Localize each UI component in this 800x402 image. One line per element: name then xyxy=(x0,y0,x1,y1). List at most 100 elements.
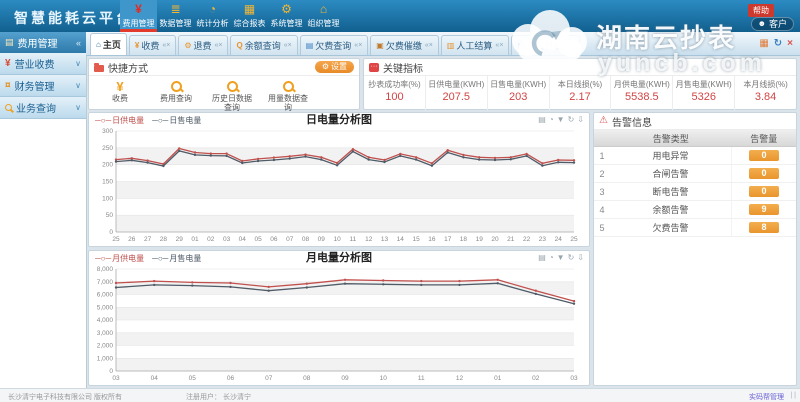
sidebar-item-business-charging[interactable]: ¥ 营业收费 ∨ xyxy=(0,53,86,75)
tab-charge[interactable]: ¥ 收费 «× xyxy=(129,35,176,55)
search-icon xyxy=(283,81,294,92)
alert-row[interactable]: 2 合闸告警 0 xyxy=(594,165,796,183)
close-icon[interactable]: × xyxy=(787,38,793,49)
footer: 长沙清宁电子科技有限公司 版权所有 注册用户： 长沙清宁 实码帮管理 | | xyxy=(0,388,800,402)
svg-text:09: 09 xyxy=(318,236,326,243)
tab-balance-query[interactable]: Q 余额查询 «× xyxy=(230,35,297,55)
legend-monthly-sale[interactable]: 月售电量 xyxy=(152,253,201,264)
legend-daily-supply[interactable]: 日供电量 xyxy=(95,115,144,126)
tab-manual-reading[interactable]: ▦ 人工抄表 «× xyxy=(511,35,580,55)
alert-row[interactable]: 3 断电告警 0 xyxy=(594,183,796,201)
legend-monthly-supply[interactable]: 月供电量 xyxy=(95,253,144,264)
svg-text:1,000: 1,000 xyxy=(97,355,114,362)
refresh-icon[interactable]: ↻ xyxy=(568,253,575,262)
chevron-down-icon: ∨ xyxy=(75,81,81,90)
alert-row[interactable]: 5 欠费告警 8 xyxy=(594,219,796,237)
quick-item-history-daily-data-query[interactable]: 历史日数据查询 xyxy=(209,79,255,112)
sidebar-item-business-query[interactable]: 业务查询 ∨ xyxy=(0,97,86,119)
column-alert-type: 告警类型 xyxy=(610,130,732,147)
nav-item-data-management[interactable]: ≣ 数据管理 xyxy=(157,0,194,32)
tab-close-icon[interactable]: «× xyxy=(284,42,292,49)
tab-close-icon[interactable]: «× xyxy=(162,42,170,49)
svg-text:08: 08 xyxy=(302,236,310,243)
footer-management-link[interactable]: 实码帮管理 xyxy=(749,392,784,402)
monthly-chart-header: 月供电量 月售电量 月电量分析图 ▤ ◔ ▼ ↻ ⇩ xyxy=(89,251,589,265)
nav-item-system-management[interactable]: ⚙ 系统管理 xyxy=(268,0,305,32)
user-button[interactable]: ☻ 客户 xyxy=(751,17,794,31)
svg-text:25: 25 xyxy=(112,236,120,243)
tab-close-icon[interactable]: «× xyxy=(566,42,574,49)
quick-item-usage-data-query[interactable]: 用量数据查询 xyxy=(265,79,311,112)
daily-chart: 0501001502002503002526272829010203040506… xyxy=(92,127,586,244)
svg-text:15: 15 xyxy=(412,236,420,243)
tab-close-icon[interactable]: «× xyxy=(425,42,433,49)
svg-text:01: 01 xyxy=(191,236,199,243)
report-table-icon: ▦ xyxy=(231,0,268,18)
alerts-table-header-row: 告警类型 告警量 xyxy=(594,130,796,147)
nav-item-reports[interactable]: ▦ 综合报表 xyxy=(231,0,268,32)
indicator-monthly-sale: 月售电量(KWH) 5326 xyxy=(673,76,735,110)
svg-text:10: 10 xyxy=(333,236,341,243)
tab-close-icon[interactable]: «× xyxy=(215,42,223,49)
legend-daily-sale[interactable]: 日售电量 xyxy=(152,115,201,126)
svg-text:6,000: 6,000 xyxy=(97,292,114,299)
search-icon xyxy=(5,104,12,111)
tab-arrears-reminder[interactable]: ▣ 欠费催缴 «× xyxy=(370,35,439,55)
alert-row[interactable]: 4 余额告警 9 xyxy=(594,201,796,219)
tab-close-icon[interactable]: «× xyxy=(495,42,503,49)
tab-bar: ⌂ 主页 ¥ 收费 «× ⚙ 退费 «× Q 余额查询 «× ▤ 欠费查询 «×… xyxy=(86,32,800,56)
refresh-icon[interactable]: ↻ xyxy=(774,38,782,49)
svg-text:03: 03 xyxy=(223,236,231,243)
chart-type-icon[interactable]: ▼ xyxy=(557,253,565,262)
tab-manual-settlement[interactable]: ▥ 人工结算 «× xyxy=(441,35,510,55)
download-icon[interactable]: ⇩ xyxy=(577,253,584,262)
sidebar-item-finance-management[interactable]: ¤ 财务管理 ∨ xyxy=(0,75,86,97)
quick-item-charge[interactable]: ¥ 收费 xyxy=(97,79,143,112)
tab-arrears-query[interactable]: ▤ 欠费查询 «× xyxy=(300,35,369,55)
image-export-icon[interactable]: ▤ xyxy=(538,115,546,124)
gear-icon: ⚙ xyxy=(184,41,191,50)
briefcase-icon: ▣ xyxy=(376,41,384,50)
settings-button[interactable]: ⚙ 设置 xyxy=(315,61,354,73)
svg-text:100: 100 xyxy=(102,195,113,202)
alert-type: 断电告警 xyxy=(610,183,732,201)
nav-item-statistics[interactable]: ◔ 统计分析 xyxy=(194,0,231,32)
yen-icon: ¥ xyxy=(135,41,139,50)
indicator-daily-supply: 日供电量(KWH) 207.5 xyxy=(426,76,488,110)
tab-close-icon[interactable]: «× xyxy=(354,42,362,49)
line-marker-icon xyxy=(95,116,111,125)
search-icon: Q xyxy=(236,41,242,50)
svg-text:2,000: 2,000 xyxy=(97,343,114,350)
svg-text:09: 09 xyxy=(341,375,349,382)
svg-text:0: 0 xyxy=(109,368,113,375)
nav-item-organization[interactable]: ⌂ 组织管理 xyxy=(305,0,342,32)
nav-item-fee-management[interactable]: ¥ 费用管理 xyxy=(120,0,157,32)
tab-refund[interactable]: ⚙ 退费 «× xyxy=(178,35,228,55)
pie-view-icon[interactable]: ◔ xyxy=(549,115,554,124)
column-alert-count: 告警量 xyxy=(732,130,797,147)
download-icon[interactable]: ⇩ xyxy=(577,115,584,124)
daily-chart-panel: 日供电量 日售电量 日电量分析图 ▤ ◔ ▼ ↻ ⇩ 0501001502002… xyxy=(88,112,590,247)
refresh-icon[interactable]: ↻ xyxy=(568,115,575,124)
top-header-bar: 智慧能耗云平台 ¥ 费用管理 ≣ 数据管理 ◔ 统计分析 ▦ 综合报表 ⚙ 系统… xyxy=(0,0,800,32)
chart-type-icon[interactable]: ▼ xyxy=(557,115,565,124)
key-indicators-body: 抄表成功率(%) 100 日供电量(KWH) 207.5 日售电量(KWH) 2… xyxy=(364,76,796,110)
indicator-daily-line-loss: 本日线损(%) 2.17 xyxy=(550,76,612,110)
tab-home[interactable]: ⌂ 主页 xyxy=(90,33,127,55)
svg-text:07: 07 xyxy=(265,375,273,382)
alerts-table: 告警类型 告警量 1 用电异常 0 2 合闸告警 0 3 断电告警 0 4 余额… xyxy=(594,130,796,237)
svg-text:26: 26 xyxy=(128,236,136,243)
svg-text:27: 27 xyxy=(144,236,152,243)
pie-view-icon[interactable]: ◔ xyxy=(549,253,554,262)
image-export-icon[interactable]: ▤ xyxy=(538,253,546,262)
quick-item-fee-query[interactable]: 费用查询 xyxy=(153,79,199,112)
svg-text:16: 16 xyxy=(428,236,436,243)
alert-type: 用电异常 xyxy=(610,147,732,165)
sidebar: ▤ 费用管理 « ¥ 营业收费 ∨ ¤ 财务管理 ∨ 业务查询 ∨ xyxy=(0,32,87,389)
alert-count-badge: 0 xyxy=(749,150,779,161)
collapse-icon[interactable]: « xyxy=(76,38,81,48)
grid-icon[interactable]: ▦ xyxy=(759,38,768,49)
alert-row[interactable]: 1 用电异常 0 xyxy=(594,147,796,165)
sidebar-header-fee-management[interactable]: ▤ 费用管理 « xyxy=(0,32,86,53)
help-link[interactable]: 帮助 xyxy=(748,4,774,17)
